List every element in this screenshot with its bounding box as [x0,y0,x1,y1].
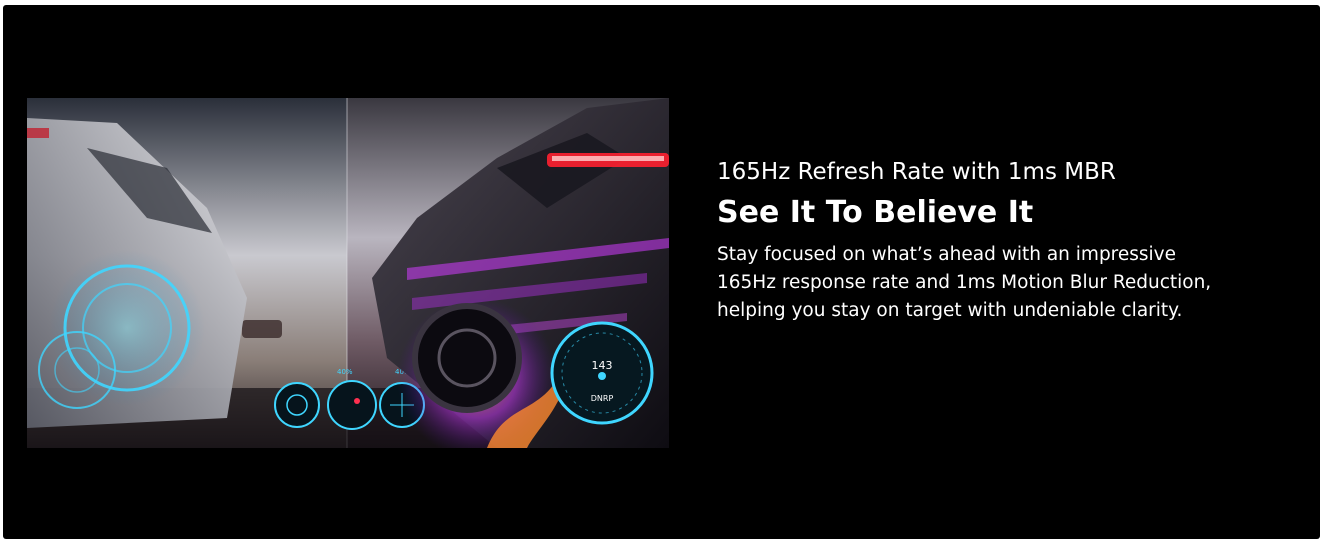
racing-cars-image: 40% 40% 143 DNRP [27,98,669,448]
feature-copy: 165Hz Refresh Rate with 1ms MBR See It T… [717,157,1297,325]
feature-banner: 40% 40% 143 DNRP 165Hz Refresh [3,5,1320,539]
speedometer-gear: DNRP [591,394,614,403]
feature-subtitle: 165Hz Refresh Rate with 1ms MBR [717,159,1116,185]
hud-left-percent: 40% [337,368,353,376]
feature-headline: See It To Believe It [717,195,1034,230]
feature-description: Stay focused on what’s ahead with an imp… [717,244,1212,321]
speedometer-reading: 143 [592,359,613,372]
racing-scene-illustration: 40% 40% 143 DNRP [27,98,669,448]
